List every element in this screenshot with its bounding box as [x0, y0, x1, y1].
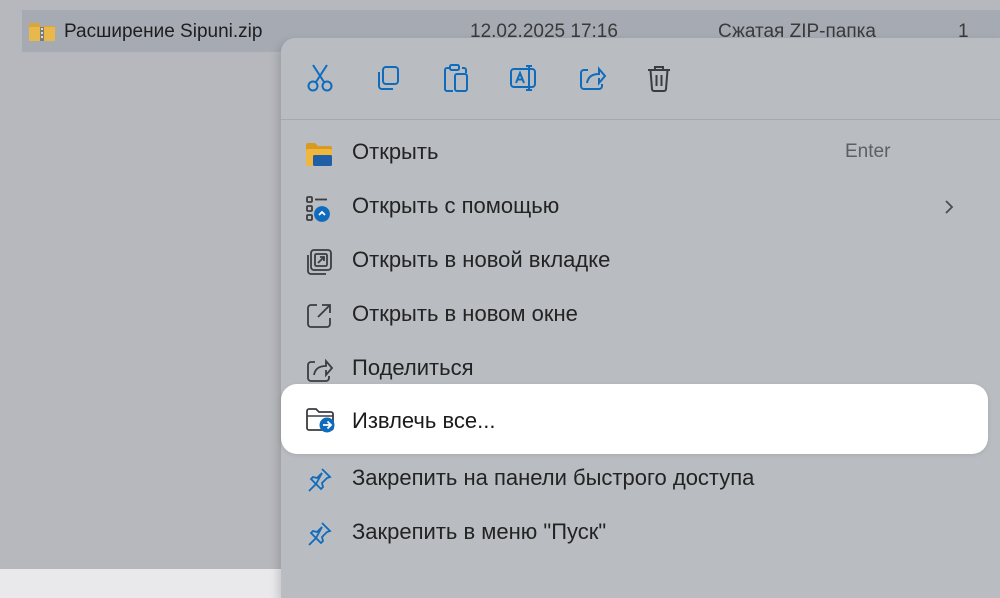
- copy-icon: [378, 66, 399, 90]
- zip-folder-icon: [28, 20, 56, 47]
- share-icon: [580, 66, 606, 90]
- extract-icon: [305, 404, 335, 434]
- menu-item-label: Извлечь все...: [352, 408, 496, 433]
- shortcut-hint: Enter: [845, 141, 891, 162]
- menu-item-open-new-window[interactable]: Открыть в новом окне: [281, 288, 971, 342]
- copy-button[interactable]: [370, 60, 406, 96]
- rename-icon: [510, 65, 536, 91]
- file-name: Расширение Sipuni.zip: [64, 21, 263, 42]
- share-icon: [305, 356, 334, 384]
- delete-icon: [648, 66, 670, 92]
- menu-item-open-with[interactable]: Открыть с помощью: [281, 180, 971, 234]
- menu-item-label: Открыть с помощью: [352, 193, 560, 218]
- menu-item-label: Закрепить на панели быстрого доступа: [352, 465, 755, 490]
- share-button[interactable]: [574, 60, 610, 96]
- new-tab-icon: [305, 248, 333, 276]
- folder-icon: [305, 140, 333, 168]
- cut-button[interactable]: [302, 60, 338, 96]
- cut-icon: [307, 64, 333, 92]
- context-menu: Открыть Enter Открыть с помощью Открыть …: [281, 38, 1000, 598]
- menu-item-label: Открыть в новой вкладке: [352, 247, 611, 272]
- new-window-icon: [305, 302, 333, 330]
- pin-icon: [305, 466, 333, 494]
- delete-button[interactable]: [641, 60, 677, 96]
- menu-divider: [281, 119, 1000, 120]
- chevron-right-icon: [943, 199, 955, 220]
- quick-actions-bar: [281, 38, 1000, 122]
- menu-item-pin-start[interactable]: Закрепить в меню "Пуск": [281, 506, 971, 560]
- menu-item-open[interactable]: Открыть Enter: [281, 126, 971, 180]
- menu-item-pin-quick-access[interactable]: Закрепить на панели быстрого доступа: [281, 452, 971, 506]
- paste-button[interactable]: [438, 60, 474, 96]
- menu-item-extract-all[interactable]: Извлечь все...: [281, 384, 988, 454]
- menu-item-label: Открыть: [352, 139, 439, 164]
- paste-icon: [444, 64, 468, 92]
- menu-item-label: Открыть в новом окне: [352, 301, 578, 326]
- menu-item-label: Закрепить в меню "Пуск": [352, 519, 607, 544]
- menu-item-label: Поделиться: [352, 355, 474, 380]
- pin-icon: [305, 520, 333, 548]
- open-with-icon: [305, 194, 333, 222]
- menu-item-open-new-tab[interactable]: Открыть в новой вкладке: [281, 234, 971, 288]
- rename-button[interactable]: [505, 60, 541, 96]
